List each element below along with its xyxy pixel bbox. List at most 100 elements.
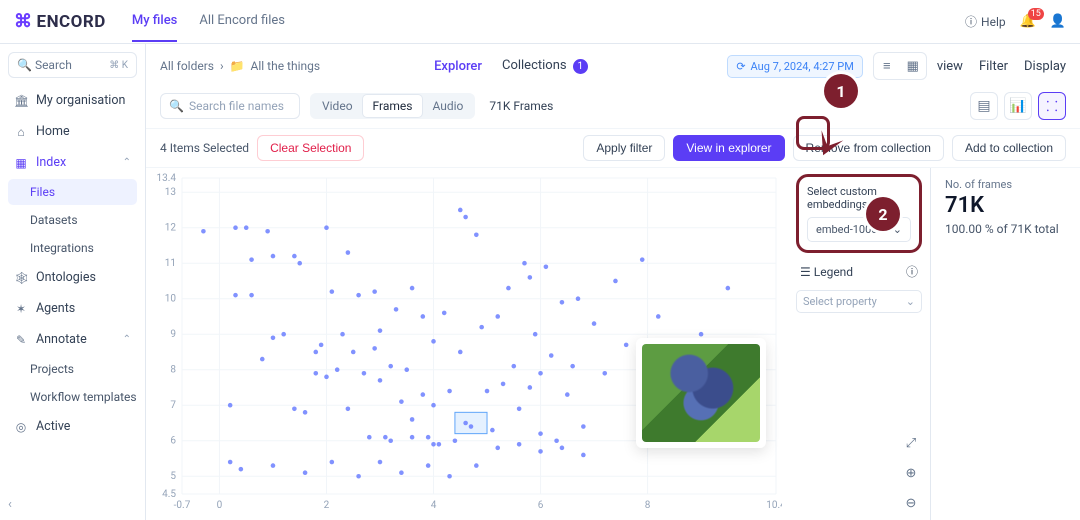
pill-audio[interactable]: Audio (422, 95, 473, 117)
svg-text:5: 5 (170, 471, 176, 482)
svg-text:7: 7 (170, 400, 176, 411)
apply-filter-button[interactable]: Apply filter (583, 135, 665, 161)
svg-text:13.4: 13.4 (157, 173, 177, 184)
sidebar-collapse[interactable]: ‹ (8, 497, 12, 512)
breadcrumb-sep: › (220, 59, 224, 73)
help-icon: ⓘ (965, 13, 977, 30)
view-table-icon[interactable]: ▤ (970, 92, 998, 120)
refresh-icon: ⟳ (736, 60, 745, 73)
list-icon: ☰ (800, 265, 811, 279)
tab-overview[interactable]: view (937, 59, 963, 74)
tab-display[interactable]: Display (1024, 59, 1066, 74)
tab-explorer[interactable]: Explorer (434, 59, 482, 74)
agents-icon: ✶ (14, 302, 28, 316)
breadcrumb-current[interactable]: All the things (251, 59, 321, 73)
nav-ontologies[interactable]: 🕸Ontologies (8, 263, 137, 292)
svg-text:9: 9 (170, 329, 176, 340)
info-icon[interactable]: ⓘ (906, 263, 918, 280)
nav-index[interactable]: ▦Index⌃ (8, 148, 137, 177)
notifications-button[interactable]: 🔔 15 (1020, 14, 1036, 29)
nav-integrations[interactable]: Integrations (8, 235, 137, 261)
collections-count-badge: 1 (573, 59, 588, 74)
annotate-icon: ✎ (14, 333, 28, 347)
view-scatter-icon[interactable]: ⸬ (1038, 92, 1066, 120)
hover-preview-card (636, 338, 766, 448)
svg-text:0: 0 (217, 500, 223, 511)
building-icon: 🏛 (14, 94, 28, 108)
pill-frames[interactable]: Frames (363, 95, 423, 117)
view-mode-toggle: ≡ ▦ (873, 52, 927, 80)
svg-text:8: 8 (645, 500, 651, 511)
nav-organisation[interactable]: 🏛My organisation (8, 86, 137, 115)
tab-collections[interactable]: Collections 1 (502, 58, 588, 74)
nav-datasets[interactable]: Datasets (8, 207, 137, 233)
selection-count: 4 Items Selected (160, 141, 249, 155)
tab-all-encord-files[interactable]: All Encord files (199, 1, 285, 42)
svg-text:10.4: 10.4 (766, 500, 782, 511)
fullscreen-button[interactable]: ⤢ (900, 432, 922, 454)
chevron-down-icon: ⌄ (906, 295, 915, 308)
stats-panel: No. of frames 71K 100.00 % of 71K total (930, 168, 1080, 520)
view-grid-small-icon[interactable]: ▦ (900, 53, 926, 79)
search-icon: 🔍 (17, 58, 32, 72)
svg-text:13: 13 (165, 187, 176, 198)
svg-text:4: 4 (431, 500, 437, 511)
svg-text:6: 6 (170, 436, 176, 447)
folder-icon: 📁 (230, 59, 245, 73)
active-icon: ◎ (14, 420, 28, 434)
svg-text:10: 10 (165, 294, 177, 305)
zoom-out-button[interactable]: ⊖ (900, 492, 922, 514)
stats-label: No. of frames (945, 178, 1066, 191)
legend-header[interactable]: ☰ Legend ⓘ (796, 261, 922, 282)
chevron-up-icon: ⌃ (123, 157, 131, 168)
svg-text:2: 2 (324, 500, 330, 511)
svg-text:8: 8 (170, 365, 176, 376)
nav-active[interactable]: ◎Active (8, 412, 137, 441)
view-list-icon[interactable]: ≡ (874, 53, 900, 79)
svg-text:4.5: 4.5 (162, 489, 176, 500)
embedding-scatter-chart[interactable]: 4.5 5 6 7 8 9 10 11 12 13 13.4 -0.7 0 2 4 6 8 10.4 (146, 168, 790, 520)
tab-my-files[interactable]: My files (132, 1, 178, 42)
brand-glyph: ⌘ (14, 11, 33, 32)
home-icon: ⌂ (14, 125, 28, 139)
preview-thumbnail (642, 344, 760, 442)
stats-value: 71K (945, 193, 1066, 218)
notification-badge: 15 (1028, 8, 1044, 20)
add-to-collection-button[interactable]: Add to collection (952, 135, 1066, 161)
nav-agents[interactable]: ✶Agents (8, 294, 137, 323)
clear-selection-button[interactable]: Clear Selection (257, 135, 364, 161)
nav-workflow-templates[interactable]: Workflow templates (8, 384, 137, 410)
stats-percentage: 100.00 % of 71K total (945, 222, 1066, 236)
tab-filter[interactable]: Filter (979, 59, 1008, 74)
user-menu[interactable]: 👤 (1050, 14, 1066, 29)
nav-annotate[interactable]: ✎Annotate⌃ (8, 325, 137, 354)
index-icon: ▦ (14, 156, 28, 170)
nav-projects[interactable]: Projects (8, 356, 137, 382)
callout-step-2: 2 (866, 197, 900, 231)
ontology-icon: 🕸 (14, 271, 28, 285)
chevron-up-icon: ⌃ (123, 334, 131, 345)
breadcrumb-root[interactable]: All folders (160, 59, 214, 73)
pill-video[interactable]: Video (312, 95, 363, 117)
file-search-input[interactable]: 🔍 Search file names (160, 93, 300, 119)
help-link[interactable]: ⓘ Help (965, 13, 1006, 30)
global-search[interactable]: 🔍 Search ⌘ K (8, 52, 137, 78)
callout-step-1: 1 (824, 74, 858, 108)
legend-property-select[interactable]: Select property ⌄ (796, 290, 922, 313)
frames-count-label: 71K Frames (489, 99, 553, 113)
search-icon: 🔍 (169, 99, 184, 113)
nav-files[interactable]: Files (8, 179, 137, 205)
sidebar: 🔍 Search ⌘ K 🏛My organisation ⌂Home ▦Ind… (0, 44, 146, 520)
search-kbd-hint: ⌘ K (109, 60, 128, 71)
media-type-filter: Video Frames Audio (310, 93, 475, 119)
breadcrumb: All folders › 📁 All the things (160, 59, 320, 73)
custom-embeddings-panel: Select custom embeddings embed-1000 ⌄ (796, 174, 922, 253)
svg-text:12: 12 (165, 223, 177, 234)
svg-text:6: 6 (538, 500, 544, 511)
view-bar-chart-icon[interactable]: 📊 (1004, 92, 1032, 120)
nav-home[interactable]: ⌂Home (8, 117, 137, 146)
svg-text:-0.7: -0.7 (174, 500, 191, 511)
zoom-in-button[interactable]: ⊕ (900, 462, 922, 484)
svg-text:11: 11 (165, 258, 176, 269)
view-in-explorer-button[interactable]: View in explorer (673, 135, 784, 161)
